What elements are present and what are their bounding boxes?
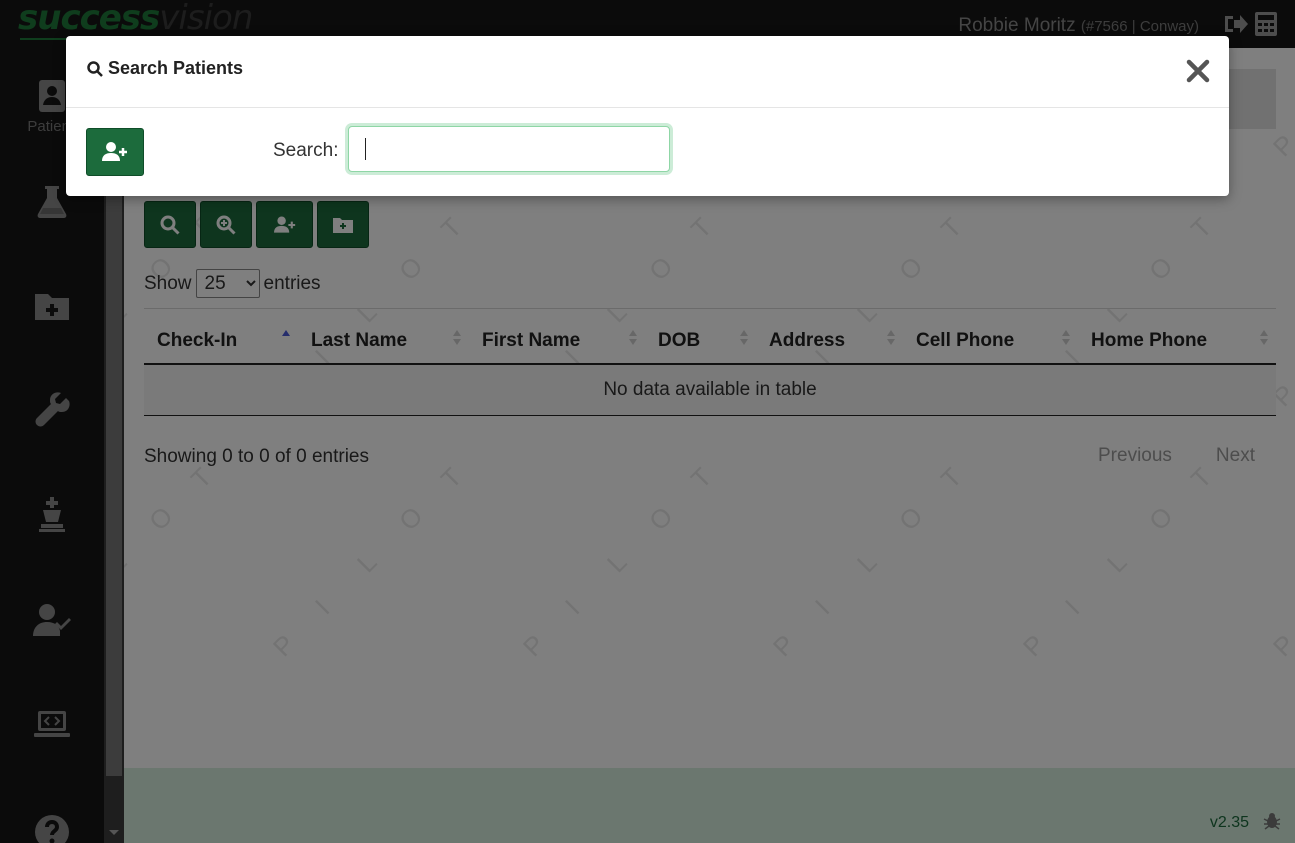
close-button[interactable]	[1185, 58, 1211, 84]
user-plus-icon	[102, 142, 127, 161]
search-patients-modal: Search Patients Search:	[66, 36, 1229, 196]
modal-title-text: Search Patients	[108, 58, 244, 78]
search-label: Search:	[273, 140, 339, 161]
close-icon	[1186, 59, 1210, 83]
modal-title: Search Patients	[86, 58, 243, 79]
search-input[interactable]	[348, 126, 670, 172]
add-patient-button[interactable]	[86, 128, 144, 176]
search-icon	[87, 60, 103, 77]
text-caret	[365, 138, 366, 160]
modal-header: Search Patients	[66, 36, 1229, 108]
